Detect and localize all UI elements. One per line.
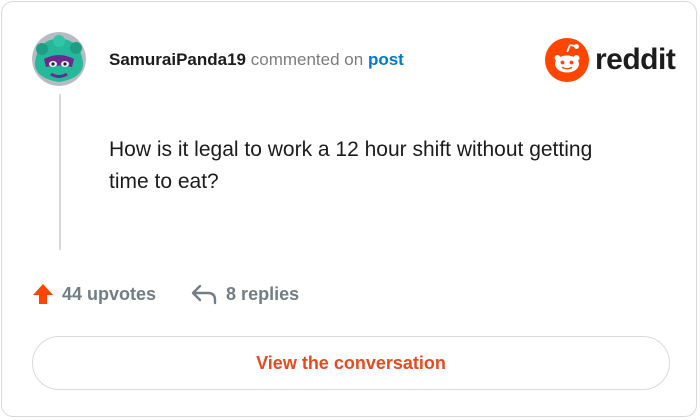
comment-actions: 44 upvotes 8 replies (32, 278, 299, 310)
post-link[interactable]: post (368, 50, 404, 69)
replies-button[interactable]: 8 replies (190, 282, 299, 306)
comment-header: SamuraiPanda19 commented on post (109, 49, 404, 71)
commented-on-text: commented on (250, 50, 364, 69)
comment-embed-card: SamuraiPanda19 commented on post reddit … (1, 1, 697, 417)
panda-avatar-icon (32, 32, 86, 86)
reddit-wordmark: reddit (595, 43, 676, 76)
replies-count: 8 replies (226, 283, 300, 304)
upvote-button[interactable]: 44 upvotes (32, 283, 156, 305)
user-avatar[interactable] (32, 32, 86, 86)
comment-body: How is it legal to work a 12 hour shift … (109, 138, 593, 193)
reply-arrow-icon (191, 284, 217, 305)
reddit-logo-icon (545, 38, 589, 82)
upvote-arrow-icon (33, 284, 53, 304)
reddit-brand[interactable]: reddit (545, 38, 676, 82)
view-conversation-button[interactable]: View the conversation (32, 336, 670, 390)
username-link[interactable]: SamuraiPanda19 (109, 50, 246, 69)
upvote-count: 44 upvotes (62, 283, 157, 304)
thread-line (59, 94, 61, 250)
